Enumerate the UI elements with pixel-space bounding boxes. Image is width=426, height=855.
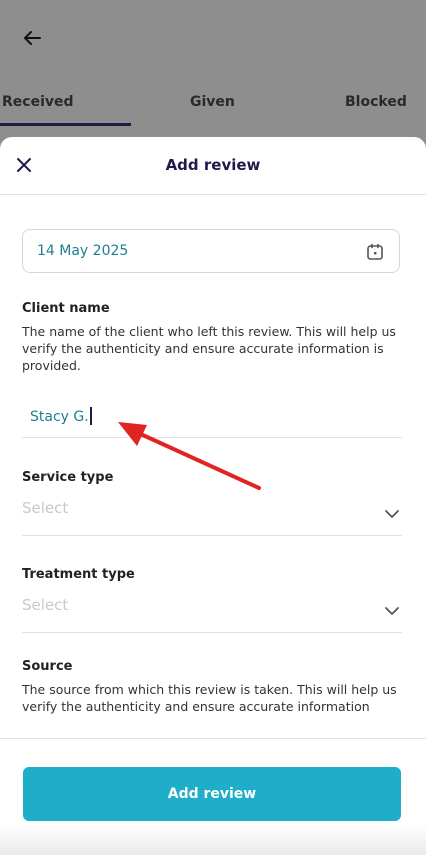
tab-given[interactable]: Given	[190, 94, 235, 110]
divider	[0, 738, 426, 739]
treatment-type-placeholder: Select	[22, 596, 69, 614]
add-review-button[interactable]: Add review	[23, 767, 401, 821]
client-name-description: The name of the client who left this rev…	[22, 324, 396, 373]
bottom-shadow	[0, 825, 426, 855]
sheet-title: Add review	[165, 156, 261, 174]
chevron-down-icon	[385, 510, 399, 518]
sheet-header: Add review	[0, 137, 426, 195]
calendar-icon[interactable]	[365, 242, 385, 262]
tab-received[interactable]: Received	[2, 94, 74, 110]
client-name-label: Client name	[22, 301, 110, 316]
source-description: The source from which this review is tak…	[22, 682, 397, 714]
client-name-value: Stacy G.	[30, 409, 89, 425]
service-type-select[interactable]: Select	[22, 491, 402, 536]
add-review-sheet: Add review 14 May 2025 Client name The n…	[0, 137, 426, 855]
tab-bar: Received Given Blocked	[0, 88, 426, 128]
arrow-left-icon[interactable]	[20, 26, 44, 50]
client-name-value-wrap: Stacy G.	[30, 407, 92, 425]
treatment-type-select[interactable]: Select	[22, 588, 402, 633]
chevron-down-icon	[385, 607, 399, 615]
treatment-type-label: Treatment type	[22, 567, 135, 582]
service-type-placeholder: Select	[22, 499, 69, 517]
date-field[interactable]: 14 May 2025	[22, 229, 400, 273]
active-tab-indicator	[0, 123, 131, 126]
date-value: 14 May 2025	[37, 243, 129, 259]
tab-blocked[interactable]: Blocked	[345, 94, 407, 110]
source-label: Source	[22, 659, 73, 674]
service-type-label: Service type	[22, 470, 114, 485]
client-name-input[interactable]: Stacy G.	[22, 397, 402, 438]
text-cursor	[89, 407, 92, 425]
